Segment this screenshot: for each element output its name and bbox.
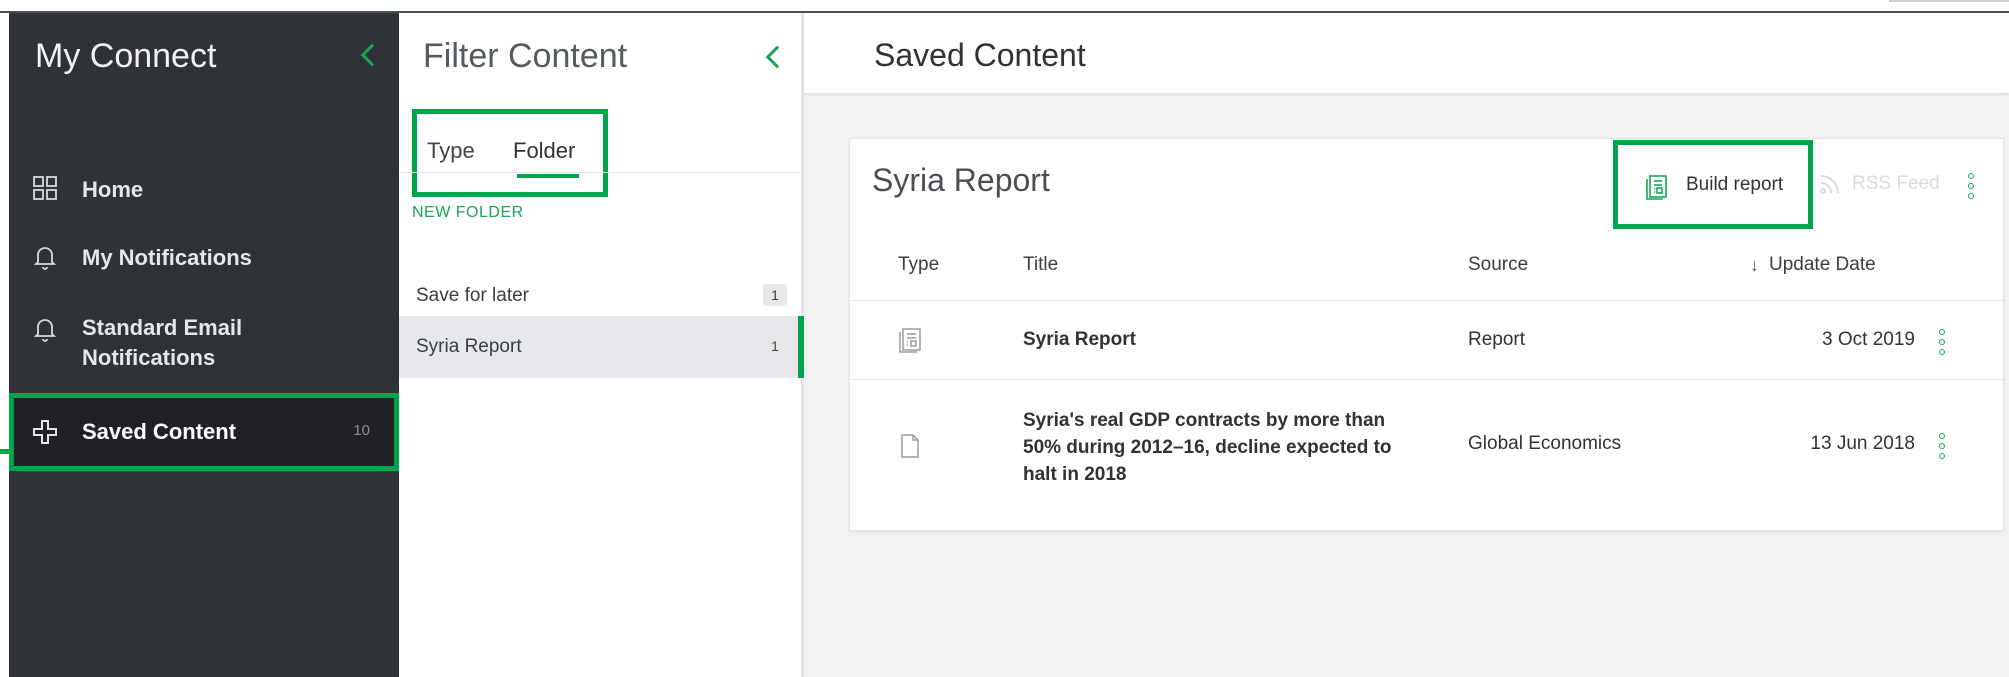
row-date: 3 Oct 2019: [1822, 329, 1915, 350]
row-more-options-icon[interactable]: [1938, 329, 1946, 355]
rss-feed-label: RSS Feed: [1852, 173, 1940, 194]
collapse-filter-icon[interactable]: [765, 45, 789, 69]
column-header-label: Update Date: [1769, 254, 1876, 275]
row-date: 13 Jun 2018: [1810, 433, 1915, 454]
report-icon: [1646, 175, 1667, 200]
sidebar: My Connect Home My Notifications Standar…: [9, 13, 399, 677]
sidebar-item-label: Home: [82, 177, 144, 202]
row-divider: [850, 379, 2003, 380]
divider: [399, 172, 801, 173]
folder-item-syria-report[interactable]: Syria Report 1: [399, 316, 804, 378]
main-header: Saved Content: [804, 13, 2009, 93]
new-folder-link[interactable]: NEW FOLDER: [412, 204, 524, 222]
bell-icon: [33, 319, 57, 342]
rss-feed-button[interactable]: RSS Feed: [1818, 172, 1940, 196]
filter-tabs: Type Folder: [412, 109, 608, 197]
bell-icon: [33, 247, 57, 270]
sidebar-title: My Connect: [35, 37, 217, 75]
top-border: [0, 0, 2009, 13]
main-content: Saved Content Syria Report Build report …: [804, 13, 2009, 677]
row-divider: [850, 300, 2003, 301]
build-report-button[interactable]: Build report: [1613, 140, 1813, 229]
active-tab-indicator: [517, 174, 579, 178]
card-title: Syria Report: [872, 162, 1050, 198]
sort-down-icon: ↓: [1750, 254, 1759, 275]
grid-icon: [33, 176, 57, 200]
row-source: Global Economics: [1468, 433, 1622, 454]
build-report-label: Build report: [1686, 174, 1784, 195]
column-header-source[interactable]: Source: [1468, 254, 1528, 276]
page-title: Saved Content: [874, 37, 1086, 73]
column-header-update-date[interactable]: ↓ Update Date: [1750, 254, 1876, 276]
card-more-options-icon[interactable]: [1967, 173, 1975, 199]
sidebar-item-saved-content[interactable]: Saved Content 10: [9, 393, 399, 471]
filter-panel: Filter Content Type Folder NEW FOLDER Sa…: [399, 13, 804, 677]
sidebar-item-home[interactable]: Home: [9, 170, 399, 220]
sidebar-item-label: Standard Email Notifications: [82, 315, 243, 370]
column-header-title[interactable]: Title: [1023, 254, 1058, 276]
folder-count-badge: 1: [763, 335, 787, 357]
highlight-connector: [0, 449, 9, 454]
row-more-options-icon[interactable]: [1938, 433, 1946, 459]
folder-name: Syria Report: [416, 336, 522, 357]
sidebar-item-standard-email-notifications[interactable]: Standard Email Notifications: [9, 313, 399, 385]
filter-title: Filter Content: [423, 37, 628, 75]
folder-card: Syria Report Build report RSS Feed Type …: [849, 138, 2004, 531]
document-icon: [901, 434, 919, 458]
column-header-type[interactable]: Type: [898, 254, 939, 276]
saved-count: 10: [353, 422, 370, 439]
sidebar-item-label: My Notifications: [82, 245, 252, 270]
bookmark-plus-icon: [33, 420, 57, 444]
top-accent: [1889, 0, 2009, 2]
folder-name: Save for later: [416, 285, 529, 306]
sidebar-item-my-notifications[interactable]: My Notifications: [9, 241, 399, 291]
tab-type[interactable]: Type: [427, 138, 475, 164]
report-icon: [899, 328, 921, 353]
folder-count-badge: 1: [763, 284, 787, 306]
row-title[interactable]: Syria's real GDP contracts by more than …: [1023, 407, 1423, 488]
row-source: Report: [1468, 329, 1526, 350]
row-title[interactable]: Syria Report: [1023, 329, 1136, 351]
left-edge: [0, 13, 9, 677]
rss-icon: [1820, 175, 1839, 194]
sidebar-item-label: Saved Content: [82, 419, 237, 444]
collapse-sidebar-icon[interactable]: [360, 43, 384, 67]
tab-folder[interactable]: Folder: [513, 138, 575, 164]
